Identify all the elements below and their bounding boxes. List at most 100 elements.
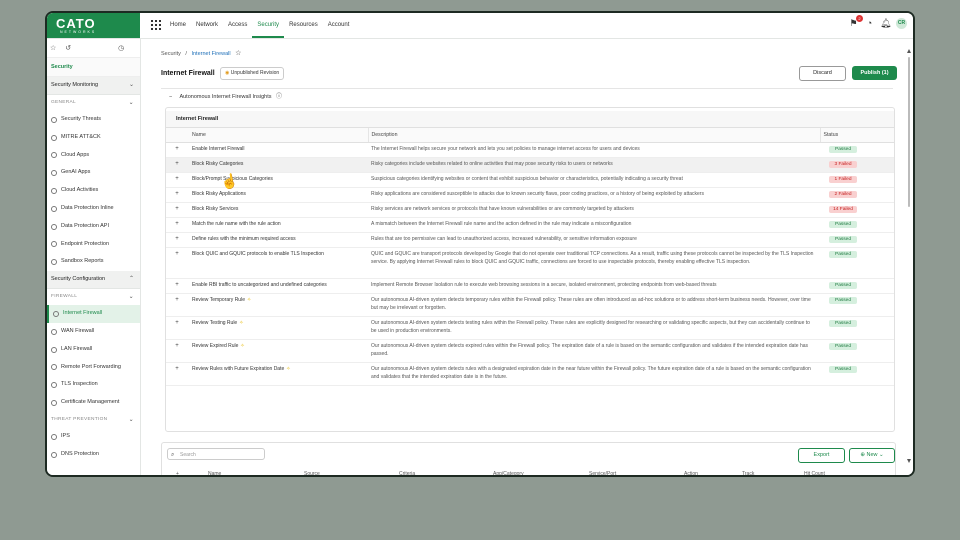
- insight-row[interactable]: + Enable Internet Firewall The Internet Fi…: [166, 142, 894, 158]
- status-badge: Passed: [829, 221, 857, 228]
- sidebar-subheader-threat[interactable]: THREAT PREVENTION ⌄: [47, 412, 140, 428]
- column-header-criteria[interactable]: Criteria: [399, 471, 415, 475]
- breadcrumb-root[interactable]: Security: [161, 51, 181, 57]
- sidebar-item-label: Internet Firewall: [63, 310, 103, 317]
- favorite-star-icon[interactable]: ☆: [235, 50, 241, 57]
- insight-row[interactable]: + Block QUIC and GQUIC protocols to enabl…: [166, 247, 894, 279]
- column-header-hit-count[interactable]: Hit Count: [804, 471, 825, 475]
- sidebar-item-mitre[interactable]: MITRE ATT&CK: [47, 129, 140, 147]
- expand-row-icon[interactable]: +: [166, 172, 188, 188]
- sidebar-item-lan-firewall[interactable]: LAN Firewall: [47, 341, 140, 359]
- expand-row-icon[interactable]: +: [166, 339, 188, 363]
- insight-description: Implement Remote Browser Isolation rule …: [368, 278, 820, 294]
- sidebar-item-ips[interactable]: IPS: [47, 428, 140, 446]
- insight-row[interactable]: + Enable RBI traffic to uncategorized and…: [166, 278, 894, 294]
- insight-row[interactable]: + Match the rule name with the rule actio…: [166, 217, 894, 233]
- expand-row-icon[interactable]: +: [166, 316, 188, 340]
- insight-name-cell: Enable RBI traffic to uncategorized and …: [188, 278, 368, 294]
- insight-row[interactable]: + Block Risky Applications Risky applicati…: [166, 187, 894, 203]
- sidebar-item-sandbox[interactable]: Sandbox Reports: [47, 253, 140, 271]
- sidebar-item-wan-firewall[interactable]: WAN Firewall: [47, 323, 140, 341]
- column-header-action[interactable]: Action: [684, 471, 698, 475]
- sidebar-group-configuration[interactable]: Security Configuration ⌃: [47, 271, 140, 290]
- export-button[interactable]: Export: [798, 448, 845, 463]
- avatar[interactable]: CR: [896, 18, 907, 29]
- search-input[interactable]: ⌕ Search: [167, 448, 265, 460]
- sidebar-item-cloud-apps[interactable]: Cloud Apps: [47, 147, 140, 165]
- sidebar-item-cloud-activities[interactable]: Cloud Activities: [47, 182, 140, 200]
- endpoint-icon: [51, 241, 57, 248]
- cato-logo[interactable]: CATO NETWORKS: [47, 13, 140, 38]
- expand-row-icon[interactable]: +: [166, 157, 188, 173]
- sidebar-item-cert-mgmt[interactable]: Certificate Management: [47, 394, 140, 412]
- expand-row-icon[interactable]: +: [166, 202, 188, 218]
- expand-row-icon[interactable]: +: [166, 187, 188, 203]
- discard-button[interactable]: Discard: [799, 66, 846, 81]
- sidebar-group-monitoring[interactable]: Security Monitoring ⌄: [47, 77, 140, 95]
- insight-row[interactable]: + Block/Prompt Suspicious Categories Suspi…: [166, 172, 894, 188]
- insight-description: Our autonomous AI-driven system detects …: [368, 339, 820, 363]
- timer-icon[interactable]: ◷: [118, 44, 124, 52]
- alerts-icon[interactable]: ⚑ 2: [848, 15, 863, 29]
- sidebar-item-port-forwarding[interactable]: Remote Port Forwarding: [47, 359, 140, 377]
- app-grid-icon[interactable]: [151, 20, 161, 30]
- sidebar-item-dp-api[interactable]: Data Protection API: [47, 218, 140, 236]
- expand-row-icon[interactable]: +: [166, 293, 188, 317]
- lock-icon: [51, 382, 57, 389]
- insight-row[interactable]: + Block Risky Services Risky services are …: [166, 202, 894, 218]
- scrollbar[interactable]: [907, 39, 911, 475]
- history-icon[interactable]: ↺: [65, 44, 71, 52]
- expand-row-icon[interactable]: +: [166, 142, 188, 158]
- publish-button[interactable]: Publish (1): [852, 66, 897, 80]
- sidebar-item-label: Endpoint Protection: [61, 240, 110, 247]
- sidebar-item-dns-protection[interactable]: DNS Protection: [47, 446, 140, 464]
- insight-name-cell: Match the rule name with the rule action: [188, 217, 368, 233]
- expand-row-icon[interactable]: +: [166, 278, 188, 294]
- nav-home[interactable]: Home: [165, 13, 191, 38]
- nav-access[interactable]: Access: [223, 13, 252, 38]
- insight-row[interactable]: + Review Testing Rule ✧ Our autonomous AI-d…: [166, 316, 894, 340]
- insight-row[interactable]: + Define rules with the minimum required …: [166, 232, 894, 248]
- nav-account[interactable]: Account: [323, 13, 355, 38]
- nav-network[interactable]: Network: [191, 13, 223, 38]
- breadcrumb-current[interactable]: Internet Firewall: [191, 51, 230, 57]
- column-header-app-category[interactable]: App/Category: [493, 471, 524, 475]
- column-header-description[interactable]: Description: [367, 128, 820, 143]
- insight-name-cell: Block Risky Categories: [188, 157, 368, 173]
- help-icon[interactable]: ⓘ: [276, 94, 282, 100]
- nav-resources[interactable]: Resources: [284, 13, 323, 38]
- expand-row-icon[interactable]: +: [166, 217, 188, 233]
- column-header-service-port[interactable]: Service/Port: [589, 471, 616, 475]
- insight-row[interactable]: + Review Temporary Rule ✧ Our autonomous AI…: [166, 293, 894, 317]
- column-header-name[interactable]: Name: [188, 128, 368, 143]
- sidebar-subheader-general[interactable]: GENERAL ⌄: [47, 95, 140, 111]
- unpublished-revision-badge[interactable]: ◉ Unpublished Revision: [220, 67, 285, 80]
- revision-icon: ◉: [225, 70, 230, 76]
- nav-security[interactable]: Security: [252, 13, 285, 38]
- insights-toggle[interactable]: − Autonomous Internet Firewall Insights …: [169, 91, 282, 100]
- activity-icon[interactable]: ◔: [864, 18, 875, 29]
- sidebar-item-security-threats[interactable]: Security Threats: [47, 111, 140, 129]
- bell-icon[interactable]: 🔔︎: [880, 18, 891, 29]
- favorites-icon[interactable]: ☆: [50, 44, 56, 52]
- expand-row-icon[interactable]: +: [166, 247, 188, 279]
- sidebar-item-genai-apps[interactable]: GenAI Apps: [47, 164, 140, 182]
- column-header-track[interactable]: Track: [742, 471, 754, 475]
- status-badge: 2 Failed: [829, 191, 857, 198]
- sidebar-item-dp-inline[interactable]: Data Protection Inline: [47, 200, 140, 218]
- new-rule-button[interactable]: ⊕ New ⌄: [849, 448, 895, 463]
- insight-row[interactable]: + Block Risky Categories Risky categories …: [166, 157, 894, 173]
- expand-row-icon[interactable]: +: [166, 232, 188, 248]
- sidebar-item-tls-inspection[interactable]: TLS Inspection: [47, 376, 140, 394]
- expand-all-icon[interactable]: +: [176, 471, 179, 475]
- expand-row-icon[interactable]: +: [166, 362, 188, 386]
- sidebar-item-internet-firewall[interactable]: Internet Firewall: [47, 305, 140, 323]
- column-header-source[interactable]: Source: [304, 471, 320, 475]
- column-header-status[interactable]: Status: [819, 128, 894, 143]
- logo-brand: CATO: [56, 16, 96, 31]
- column-header-name[interactable]: Name: [208, 471, 221, 475]
- insight-row[interactable]: + Review Rules with Future Expiration Dat…: [166, 362, 894, 386]
- sidebar-item-endpoint[interactable]: Endpoint Protection: [47, 236, 140, 254]
- sidebar-subheader-firewall[interactable]: FIREWALL ⌄: [47, 289, 140, 305]
- insight-row[interactable]: + Review Expired Rule ✧ Our autonomous AI-d…: [166, 339, 894, 363]
